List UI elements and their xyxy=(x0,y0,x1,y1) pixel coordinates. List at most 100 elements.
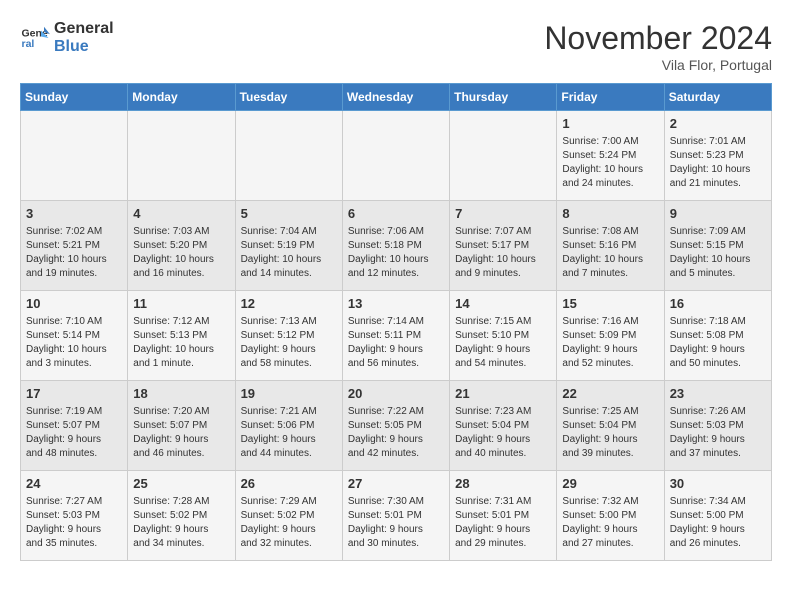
day-info: Sunrise: 7:07 AM xyxy=(455,225,551,239)
day-info: Sunset: 5:12 PM xyxy=(241,329,337,343)
day-number: 6 xyxy=(348,205,444,223)
day-info: and 42 minutes. xyxy=(348,447,444,461)
day-info: Sunset: 5:07 PM xyxy=(26,419,122,433)
day-info: Daylight: 9 hours xyxy=(455,433,551,447)
calendar-cell: 11Sunrise: 7:12 AMSunset: 5:13 PMDayligh… xyxy=(128,291,235,381)
day-info: Sunset: 5:06 PM xyxy=(241,419,337,433)
day-number: 18 xyxy=(133,385,229,403)
day-info: and 50 minutes. xyxy=(670,357,766,371)
day-info: and 9 minutes. xyxy=(455,267,551,281)
day-info: Sunset: 5:21 PM xyxy=(26,239,122,253)
calendar-cell xyxy=(235,111,342,201)
day-info: Sunset: 5:02 PM xyxy=(241,509,337,523)
day-info: Daylight: 9 hours xyxy=(670,433,766,447)
day-info: Sunrise: 7:12 AM xyxy=(133,315,229,329)
day-info: Sunset: 5:03 PM xyxy=(26,509,122,523)
day-info: and 44 minutes. xyxy=(241,447,337,461)
day-info: Sunrise: 7:19 AM xyxy=(26,405,122,419)
day-info: Sunset: 5:05 PM xyxy=(348,419,444,433)
title-section: November 2024 Vila Flor, Portugal xyxy=(544,20,772,73)
day-info: Daylight: 9 hours xyxy=(133,523,229,537)
calendar-cell: 28Sunrise: 7:31 AMSunset: 5:01 PMDayligh… xyxy=(450,471,557,561)
calendar-cell: 17Sunrise: 7:19 AMSunset: 5:07 PMDayligh… xyxy=(21,381,128,471)
day-number: 23 xyxy=(670,385,766,403)
day-info: Sunrise: 7:13 AM xyxy=(241,315,337,329)
calendar-cell: 3Sunrise: 7:02 AMSunset: 5:21 PMDaylight… xyxy=(21,201,128,291)
calendar-cell: 30Sunrise: 7:34 AMSunset: 5:00 PMDayligh… xyxy=(664,471,771,561)
day-number: 2 xyxy=(670,115,766,133)
day-info: Sunrise: 7:28 AM xyxy=(133,495,229,509)
calendar-cell xyxy=(128,111,235,201)
day-info: and 39 minutes. xyxy=(562,447,658,461)
day-info: Daylight: 10 hours xyxy=(455,253,551,267)
day-number: 21 xyxy=(455,385,551,403)
calendar-header-row: SundayMondayTuesdayWednesdayThursdayFrid… xyxy=(21,84,772,111)
day-info: and 19 minutes. xyxy=(26,267,122,281)
weekday-header: Saturday xyxy=(664,84,771,111)
weekday-header: Wednesday xyxy=(342,84,449,111)
day-info: Sunset: 5:18 PM xyxy=(348,239,444,253)
calendar-cell: 4Sunrise: 7:03 AMSunset: 5:20 PMDaylight… xyxy=(128,201,235,291)
day-number: 5 xyxy=(241,205,337,223)
calendar-cell: 22Sunrise: 7:25 AMSunset: 5:04 PMDayligh… xyxy=(557,381,664,471)
day-info: Sunset: 5:08 PM xyxy=(670,329,766,343)
day-info: Daylight: 10 hours xyxy=(26,343,122,357)
day-info: and 40 minutes. xyxy=(455,447,551,461)
day-info: Sunrise: 7:23 AM xyxy=(455,405,551,419)
day-info: Sunset: 5:17 PM xyxy=(455,239,551,253)
calendar-cell: 15Sunrise: 7:16 AMSunset: 5:09 PMDayligh… xyxy=(557,291,664,381)
day-info: Daylight: 9 hours xyxy=(455,523,551,537)
day-info: Sunrise: 7:15 AM xyxy=(455,315,551,329)
day-info: Daylight: 10 hours xyxy=(562,163,658,177)
day-info: Sunrise: 7:21 AM xyxy=(241,405,337,419)
day-number: 22 xyxy=(562,385,658,403)
page-header: Gene ral General Blue November 2024 Vila… xyxy=(20,20,772,73)
day-number: 4 xyxy=(133,205,229,223)
day-info: Sunrise: 7:03 AM xyxy=(133,225,229,239)
day-info: Sunset: 5:19 PM xyxy=(241,239,337,253)
day-info: Sunset: 5:16 PM xyxy=(562,239,658,253)
day-info: Sunrise: 7:06 AM xyxy=(348,225,444,239)
day-info: and 26 minutes. xyxy=(670,537,766,551)
day-info: Daylight: 10 hours xyxy=(562,253,658,267)
calendar-cell: 26Sunrise: 7:29 AMSunset: 5:02 PMDayligh… xyxy=(235,471,342,561)
weekday-header: Friday xyxy=(557,84,664,111)
day-number: 16 xyxy=(670,295,766,313)
day-info: Daylight: 10 hours xyxy=(348,253,444,267)
day-info: Sunrise: 7:18 AM xyxy=(670,315,766,329)
calendar-cell: 18Sunrise: 7:20 AMSunset: 5:07 PMDayligh… xyxy=(128,381,235,471)
day-number: 30 xyxy=(670,475,766,493)
calendar-cell: 16Sunrise: 7:18 AMSunset: 5:08 PMDayligh… xyxy=(664,291,771,381)
day-info: Sunrise: 7:25 AM xyxy=(562,405,658,419)
calendar-subtitle: Vila Flor, Portugal xyxy=(544,57,772,73)
day-info: Daylight: 9 hours xyxy=(26,433,122,447)
day-info: Sunset: 5:04 PM xyxy=(455,419,551,433)
day-info: and 52 minutes. xyxy=(562,357,658,371)
day-info: Daylight: 9 hours xyxy=(241,433,337,447)
day-info: Sunset: 5:03 PM xyxy=(670,419,766,433)
day-info: and 12 minutes. xyxy=(348,267,444,281)
calendar-cell: 13Sunrise: 7:14 AMSunset: 5:11 PMDayligh… xyxy=(342,291,449,381)
logo-text-line1: General xyxy=(54,20,114,38)
day-number: 7 xyxy=(455,205,551,223)
logo: Gene ral General Blue xyxy=(20,20,114,55)
calendar-cell: 23Sunrise: 7:26 AMSunset: 5:03 PMDayligh… xyxy=(664,381,771,471)
day-info: Sunset: 5:10 PM xyxy=(455,329,551,343)
day-info: and 34 minutes. xyxy=(133,537,229,551)
day-info: Daylight: 10 hours xyxy=(26,253,122,267)
day-info: Sunrise: 7:34 AM xyxy=(670,495,766,509)
day-info: and 1 minute. xyxy=(133,357,229,371)
day-info: Sunrise: 7:01 AM xyxy=(670,135,766,149)
day-info: and 48 minutes. xyxy=(26,447,122,461)
weekday-header: Monday xyxy=(128,84,235,111)
weekday-header: Sunday xyxy=(21,84,128,111)
calendar-cell: 25Sunrise: 7:28 AMSunset: 5:02 PMDayligh… xyxy=(128,471,235,561)
day-info: and 56 minutes. xyxy=(348,357,444,371)
day-number: 10 xyxy=(26,295,122,313)
day-info: and 7 minutes. xyxy=(562,267,658,281)
day-info: Sunset: 5:23 PM xyxy=(670,149,766,163)
calendar-cell: 27Sunrise: 7:30 AMSunset: 5:01 PMDayligh… xyxy=(342,471,449,561)
day-info: Sunrise: 7:14 AM xyxy=(348,315,444,329)
day-number: 24 xyxy=(26,475,122,493)
day-info: and 24 minutes. xyxy=(562,177,658,191)
